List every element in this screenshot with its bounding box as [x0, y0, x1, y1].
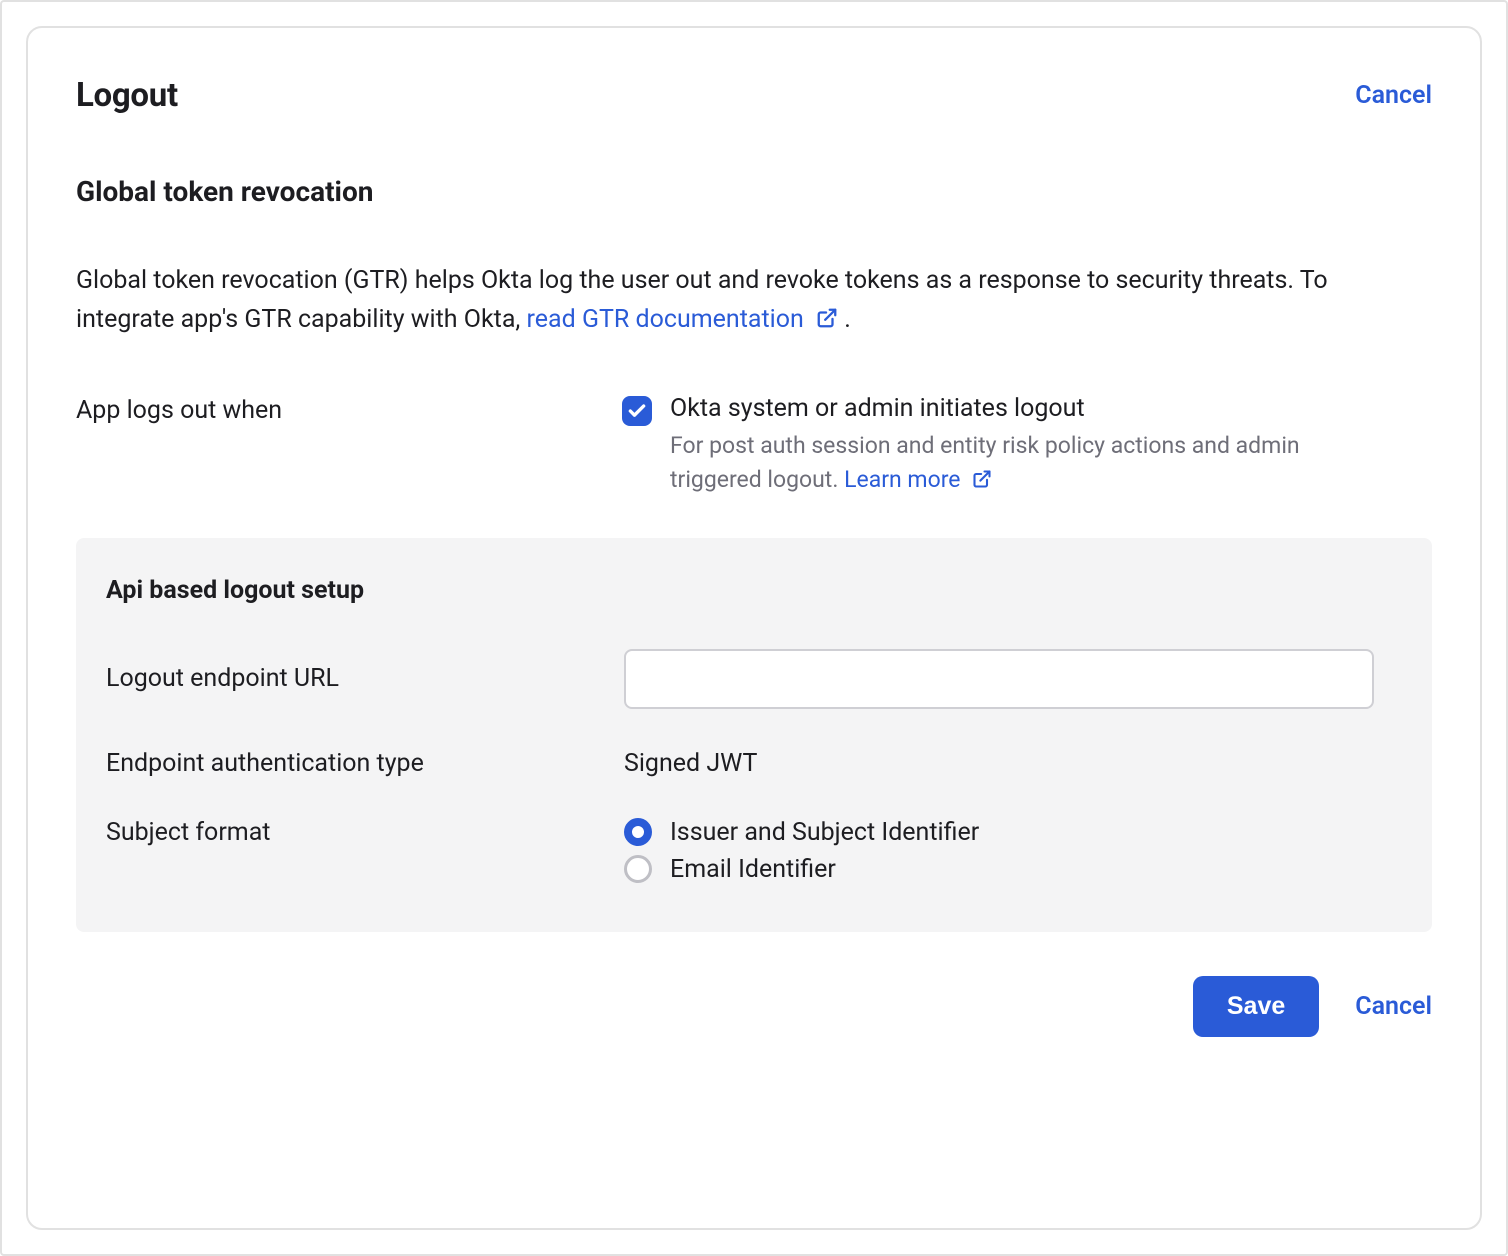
- subject-format-option-issuer-label: Issuer and Subject Identifier: [670, 818, 979, 847]
- external-link-icon: [972, 463, 992, 498]
- subject-format-option-email[interactable]: Email Identifier: [624, 855, 1402, 884]
- gtr-description: Global token revocation (GTR) helps Okta…: [76, 262, 1366, 340]
- gtr-doc-link[interactable]: read GTR documentation: [527, 305, 845, 334]
- card-title: Logout: [76, 76, 178, 115]
- checkmark-icon: [627, 401, 647, 421]
- cancel-link-bottom[interactable]: Cancel: [1355, 992, 1432, 1021]
- subject-format-option-email-label: Email Identifier: [670, 855, 836, 884]
- api-logout-setup-panel: Api based logout setup Logout endpoint U…: [76, 538, 1432, 932]
- okta-initiates-logout-checkbox[interactable]: [622, 396, 652, 426]
- endpoint-auth-type-value: Signed JWT: [624, 749, 1402, 778]
- radio-selected-icon: [624, 818, 652, 846]
- subject-format-label: Subject format: [106, 818, 624, 847]
- radio-unselected-icon: [624, 855, 652, 883]
- subject-format-option-issuer[interactable]: Issuer and Subject Identifier: [624, 818, 1402, 847]
- learn-more-label: Learn more: [844, 466, 960, 493]
- learn-more-link[interactable]: Learn more: [844, 466, 992, 493]
- gtr-doc-link-label: read GTR documentation: [527, 305, 804, 334]
- save-button[interactable]: Save: [1193, 976, 1319, 1037]
- logout-endpoint-url-label: Logout endpoint URL: [106, 664, 624, 693]
- logout-endpoint-url-input[interactable]: [624, 649, 1374, 709]
- setup-panel-title: Api based logout setup: [106, 576, 1402, 605]
- logout-card: Logout Cancel Global token revocation Gl…: [26, 26, 1482, 1230]
- app-logs-out-when-label: App logs out when: [76, 394, 622, 425]
- checkbox-title: Okta system or admin initiates logout: [670, 394, 1310, 423]
- endpoint-auth-type-label: Endpoint authentication type: [106, 749, 624, 778]
- gtr-description-text-2: .: [844, 305, 851, 334]
- external-link-icon: [816, 301, 838, 340]
- checkbox-subtitle: For post auth session and entity risk po…: [670, 429, 1310, 498]
- gtr-section-title: Global token revocation: [76, 175, 1432, 208]
- cancel-link-top[interactable]: Cancel: [1355, 81, 1432, 110]
